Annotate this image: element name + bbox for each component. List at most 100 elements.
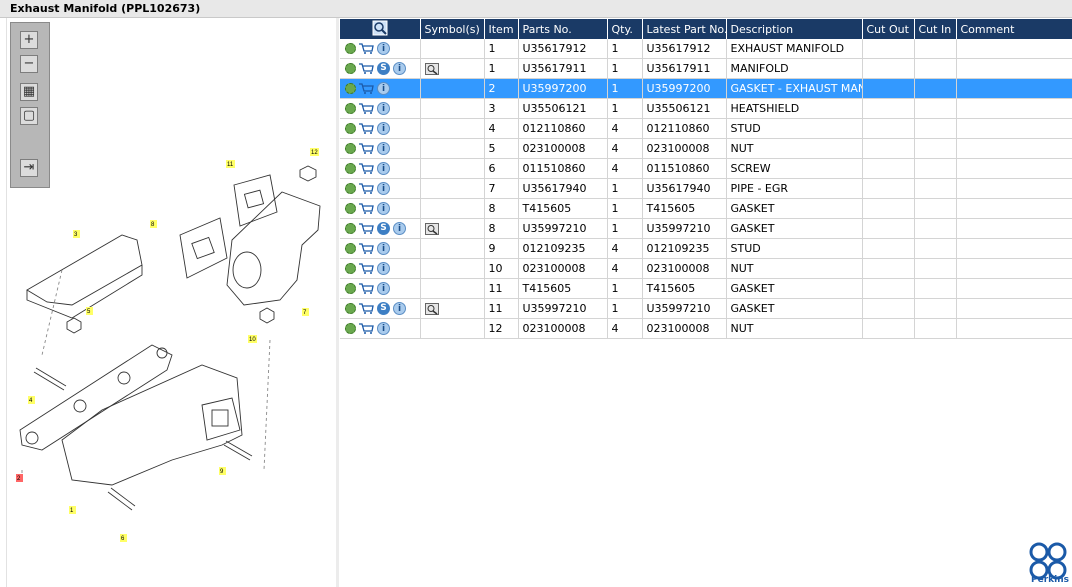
parts-no-cell[interactable]: U35997210 (518, 298, 608, 319)
latest-part-no-cell[interactable]: 012110860 (642, 118, 727, 139)
fit-page-button[interactable]: ▦ (20, 83, 38, 101)
cart-icon[interactable] (359, 203, 374, 215)
parts-no-cell[interactable]: T415605 (518, 278, 608, 299)
info-icon[interactable]: i (377, 42, 390, 56)
latest-part-no-cell[interactable]: 011510860 (642, 158, 727, 179)
info-icon[interactable]: i (377, 282, 390, 296)
settings-gear-icon[interactable] (345, 163, 356, 175)
parts-no-cell[interactable]: 023100008 (518, 318, 608, 339)
table-row[interactable]: i 5 023100008 4 023100008 NUT (340, 138, 1072, 159)
cart-icon[interactable] (359, 223, 374, 235)
table-row[interactable]: Si 11 U35997210 1 U35997210 GASKET (340, 298, 1072, 319)
parts-no-cell[interactable]: U35997210 (518, 218, 608, 239)
symbol-magnifier-icon[interactable] (424, 303, 439, 315)
latest-part-no-cell[interactable]: T415605 (642, 278, 727, 299)
search-parts-icon[interactable] (372, 20, 388, 36)
table-row[interactable]: i 3 U35506121 1 U35506121 HEATSHIELD (340, 98, 1072, 119)
parts-no-cell[interactable]: T415605 (518, 198, 608, 219)
settings-gear-icon[interactable] (345, 323, 356, 335)
zoom-out-button[interactable]: − (20, 55, 38, 73)
info-icon[interactable]: i (377, 322, 390, 336)
table-row[interactable]: i 1 U35617912 1 U35617912 EXHAUST MANIFOLD (340, 39, 1072, 59)
cart-icon[interactable] (359, 183, 374, 195)
settings-gear-icon[interactable] (345, 183, 356, 195)
supersession-icon[interactable]: S (377, 222, 390, 236)
column-header-cut-out[interactable]: Cut Out (862, 19, 915, 39)
info-icon[interactable]: i (377, 82, 390, 96)
column-header-symbols[interactable]: Symbol(s) (420, 19, 485, 39)
actual-size-button[interactable]: ▢ (20, 107, 38, 125)
supersession-icon[interactable]: S (377, 62, 390, 76)
column-header-actions[interactable] (340, 19, 421, 39)
table-row[interactable]: i 12 023100008 4 023100008 NUT (340, 318, 1072, 339)
cart-icon[interactable] (359, 123, 374, 135)
parts-no-cell[interactable]: U35997200 (518, 78, 608, 99)
cart-icon[interactable] (359, 323, 374, 335)
info-icon[interactable]: i (377, 242, 390, 256)
latest-part-no-cell[interactable]: 023100008 (642, 258, 727, 279)
settings-gear-icon[interactable] (345, 203, 356, 215)
cart-icon[interactable] (359, 103, 374, 115)
table-row[interactable]: i 11 T415605 1 T415605 GASKET (340, 278, 1072, 299)
info-icon[interactable]: i (377, 162, 390, 176)
parts-no-cell[interactable]: 023100008 (518, 138, 608, 159)
table-row[interactable]: Si 1 U35617911 1 U35617911 MANIFOLD (340, 58, 1072, 79)
settings-gear-icon[interactable] (345, 103, 356, 115)
column-header-parts-no[interactable]: Parts No. (518, 19, 608, 39)
parts-no-cell[interactable]: 012109235 (518, 238, 608, 259)
latest-part-no-cell[interactable]: T415605 (642, 198, 727, 219)
parts-no-cell[interactable]: 012110860 (518, 118, 608, 139)
cart-icon[interactable] (359, 63, 374, 75)
column-header-latest-part-no[interactable]: Latest Part No. (642, 19, 727, 39)
cart-icon[interactable] (359, 163, 374, 175)
column-header-item[interactable]: Item (484, 19, 519, 39)
latest-part-no-cell[interactable]: U35617911 (642, 58, 727, 79)
parts-no-cell[interactable]: U35617911 (518, 58, 608, 79)
latest-part-no-cell[interactable]: U35617940 (642, 178, 727, 199)
latest-part-no-cell[interactable]: U35997210 (642, 298, 727, 319)
parts-no-cell[interactable]: 023100008 (518, 258, 608, 279)
settings-gear-icon[interactable] (345, 63, 356, 75)
parts-no-cell[interactable]: U35617912 (518, 39, 608, 59)
settings-gear-icon[interactable] (345, 303, 356, 315)
settings-gear-icon[interactable] (345, 143, 356, 155)
latest-part-no-cell[interactable]: U35997210 (642, 218, 727, 239)
info-icon[interactable]: i (393, 62, 406, 76)
settings-gear-icon[interactable] (345, 243, 356, 255)
cart-icon[interactable] (359, 83, 374, 95)
latest-part-no-cell[interactable]: U35506121 (642, 98, 727, 119)
latest-part-no-cell[interactable]: 023100008 (642, 318, 727, 339)
info-icon[interactable]: i (393, 222, 406, 236)
info-icon[interactable]: i (377, 142, 390, 156)
info-icon[interactable]: i (377, 102, 390, 116)
pane-splitter[interactable] (336, 18, 339, 587)
column-header-description[interactable]: Description (726, 19, 863, 39)
table-row[interactable]: i 4 012110860 4 012110860 STUD (340, 118, 1072, 139)
latest-part-no-cell[interactable]: 012109235 (642, 238, 727, 259)
settings-gear-icon[interactable] (345, 223, 356, 235)
cart-icon[interactable] (359, 303, 374, 315)
parts-no-cell[interactable]: 011510860 (518, 158, 608, 179)
supersession-icon[interactable]: S (377, 302, 390, 316)
info-icon[interactable]: i (377, 202, 390, 216)
zoom-in-button[interactable]: + (20, 31, 38, 49)
column-header-comment[interactable]: Comment (956, 19, 1072, 39)
cart-icon[interactable] (359, 283, 374, 295)
table-row[interactable]: i 6 011510860 4 011510860 SCREW (340, 158, 1072, 179)
table-row[interactable]: i 9 012109235 4 012109235 STUD (340, 238, 1072, 259)
table-row[interactable]: i 7 U35617940 1 U35617940 PIPE - EGR (340, 178, 1072, 199)
table-row[interactable]: i 10 023100008 4 023100008 NUT (340, 258, 1072, 279)
column-header-qty[interactable]: Qty. (607, 19, 643, 39)
parts-no-cell[interactable]: U35506121 (518, 98, 608, 119)
symbol-magnifier-icon[interactable] (424, 63, 439, 75)
settings-gear-icon[interactable] (345, 263, 356, 275)
info-icon[interactable]: i (393, 302, 406, 316)
cart-icon[interactable] (359, 143, 374, 155)
cart-icon[interactable] (359, 43, 374, 55)
latest-part-no-cell[interactable]: 023100008 (642, 138, 727, 159)
settings-gear-icon[interactable] (345, 43, 356, 55)
settings-gear-icon[interactable] (345, 123, 356, 135)
column-header-cut-in[interactable]: Cut In (914, 19, 957, 39)
latest-part-no-cell[interactable]: U35997200 (642, 78, 727, 99)
symbol-magnifier-icon[interactable] (424, 223, 439, 235)
